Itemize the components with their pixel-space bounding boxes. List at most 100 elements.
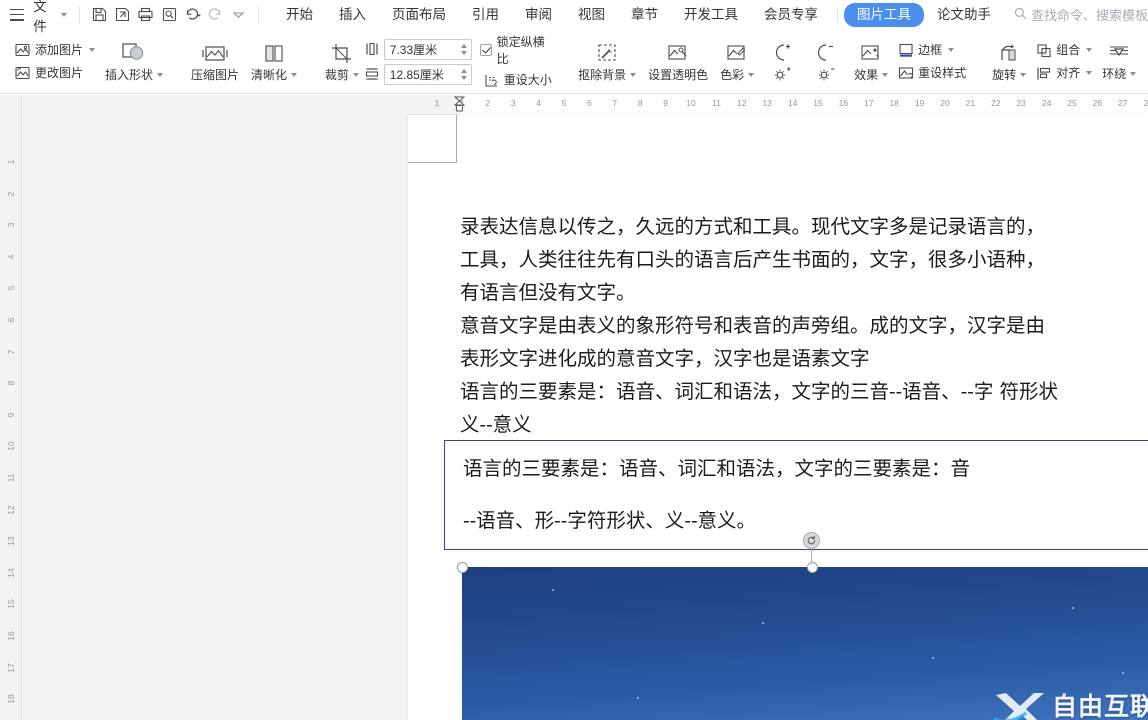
group-button[interactable]: 组合 (1032, 41, 1096, 60)
tab-sections[interactable]: 章节 (618, 3, 671, 27)
tab-view[interactable]: 视图 (565, 3, 618, 27)
crop-button[interactable]: 裁剪 (319, 40, 365, 84)
set-transparent-color-button[interactable]: 设置透明色 (642, 40, 714, 84)
effects-button[interactable]: 效果 (848, 40, 894, 84)
brightness-up-sun-icon (772, 66, 792, 82)
document-page[interactable]: 录表达信息以传之，久远的方式和工具。现代文字多是记录语言的， 工具，人类往往先有… (408, 115, 1148, 720)
document-body-text[interactable]: 录表达信息以传之，久远的方式和工具。现代文字多是记录语言的， 工具，人类往往先有… (460, 210, 1148, 441)
checkbox-icon[interactable] (479, 44, 492, 56)
ruler-tick-label: 15 (6, 599, 16, 610)
chevron-down-icon (882, 72, 889, 77)
align-button[interactable]: 对齐 (1032, 64, 1096, 83)
wrap-text-button[interactable]: 环绕 (1096, 41, 1142, 83)
ruler-tick-label: 12 (6, 504, 16, 515)
ruler-tick-label: 4 (6, 254, 16, 260)
border-label: 边框 (918, 42, 943, 57)
wrap-text-label: 环绕 (1102, 66, 1127, 81)
save-as-icon[interactable] (111, 3, 134, 27)
vertical-ruler[interactable]: 1 2 3 4 5 6 7 8 9 10 11 12 13 14 15 16 17 18 (0, 95, 22, 720)
app-menu-icon[interactable] (10, 8, 25, 21)
reset-style-button[interactable]: 重设样式 (894, 64, 970, 83)
brightness-down-icon (814, 42, 838, 64)
remove-background-button[interactable]: 抠除背景 (572, 40, 642, 84)
spinner-up-icon[interactable] (460, 68, 467, 73)
color-button[interactable]: 色彩 (714, 40, 760, 84)
tab-picture-tools[interactable]: 图片工具 (843, 2, 924, 27)
tab-thesis-assistant[interactable]: 论文助手 (924, 3, 1004, 27)
tab-start[interactable]: 开始 (273, 3, 326, 27)
ruler-tick-label: 6 (6, 317, 16, 323)
ruler-tick-label: 12 (737, 98, 747, 108)
rotation-handle[interactable] (803, 532, 820, 549)
brightness-up-button[interactable] (760, 40, 804, 84)
ruler-tick-label: 27 (1118, 98, 1128, 108)
height-icon (365, 42, 379, 56)
undo-icon[interactable] (181, 3, 204, 27)
reset-size-button[interactable]: 重设大小 (480, 71, 556, 90)
redo-icon[interactable] (204, 3, 227, 27)
chevron-down-icon (1020, 72, 1027, 77)
compress-picture-button[interactable]: 压缩图片 (185, 40, 245, 84)
lock-aspect-ratio-checkbox[interactable]: 锁定纵横比 (479, 33, 556, 67)
rotate-button[interactable]: 旋转 (986, 40, 1032, 84)
brightness-down-button[interactable] (804, 40, 848, 84)
ruler-tick-label: 7 (6, 349, 16, 354)
spinner-down-icon[interactable] (460, 50, 467, 55)
width-spinner-arrows[interactable] (457, 65, 471, 84)
width-stepper[interactable]: 12.85厘米 (383, 63, 472, 85)
chevron-down-icon (1086, 71, 1093, 75)
send-backward-button[interactable]: 下移一 (1142, 64, 1148, 83)
ruler-tick-label: 8 (6, 380, 16, 386)
spinner-up-icon[interactable] (460, 43, 467, 48)
ribbon-tabs: 开始 插入 页面布局 引用 审阅 视图 章节 开发工具 会员专享 图片工具 论文… (273, 2, 1004, 27)
height-value[interactable]: 7.33厘米 (385, 41, 457, 58)
selected-text-box[interactable]: 语言的三要素是：语音、词汇和语法，文字的三要素是：音 --语音、形--字符形状、… (444, 440, 1148, 550)
sharpen-icon (260, 42, 288, 66)
resize-handle-top-left[interactable] (456, 561, 468, 573)
document-paragraph: 工具，人类往往先有口头的语言后产生书面的，文字，很多小语种， (460, 248, 1046, 271)
add-picture-button[interactable]: 添加图片 (11, 41, 99, 60)
save-icon[interactable] (88, 3, 111, 27)
insert-shape-icon (118, 41, 150, 66)
height-stepper[interactable]: 7.33厘米 (383, 38, 472, 60)
change-picture-label: 更改图片 (35, 65, 84, 80)
resize-handle-top-center[interactable] (806, 561, 818, 573)
tab-member-exclusive[interactable]: 会员专享 (751, 3, 831, 27)
tab-developer-tools[interactable]: 开发工具 (671, 3, 751, 27)
ribbon-group-effects: 抠除背景 设置透明色 色彩 效果 边框 重设样式 (567, 30, 975, 93)
spinner-down-icon[interactable] (460, 75, 467, 80)
ruler-tick-label: 8 (637, 98, 643, 108)
sky-photo[interactable]: 自由互联 www.xz7.com (462, 567, 1148, 720)
tab-page-layout[interactable]: 页面布局 (379, 3, 459, 27)
ruler-tick-label: 3 (6, 222, 16, 228)
width-value[interactable]: 12.85厘米 (385, 66, 457, 83)
tab-review[interactable]: 审阅 (512, 3, 565, 27)
file-menu-button[interactable]: 文件 (29, 0, 71, 35)
print-icon[interactable] (134, 3, 157, 27)
text-box-line: 语言的三要素是：语音、词汇和语法，文字的三要素是：音 (463, 457, 971, 480)
ruler-tick-label: 1 (460, 98, 465, 108)
ruler-tick-label: 19 (914, 98, 925, 108)
customize-qat-icon[interactable] (227, 3, 250, 27)
insert-shape-button[interactable]: 插入形状 (99, 39, 169, 84)
align-label: 对齐 (1056, 65, 1081, 80)
change-picture-icon (15, 66, 31, 80)
bring-forward-button[interactable]: 上移一 (1142, 41, 1148, 60)
height-spinner-arrows[interactable] (457, 40, 471, 59)
tab-references[interactable]: 引用 (459, 3, 512, 27)
border-button[interactable]: 边框 (894, 41, 970, 60)
tab-insert[interactable]: 插入 (326, 3, 379, 27)
ruler-tick-label: 18 (6, 694, 16, 704)
ruler-tick-label: 3 (510, 98, 516, 108)
reset-style-icon (898, 66, 914, 81)
search-box[interactable]: 查找命令、搜索模板 (1014, 5, 1148, 24)
ruler-tick-label: 21 (965, 98, 976, 108)
selected-image-object[interactable]: 自由互联 www.xz7.com (456, 561, 1148, 720)
group-align-stack: 组合 对齐 (1032, 30, 1096, 93)
divider (836, 7, 838, 22)
sharpen-button[interactable]: 清晰化 (245, 40, 303, 84)
ruler-tick-label: 10 (6, 441, 16, 452)
change-picture-button[interactable]: 更改图片 (11, 64, 99, 83)
print-preview-icon[interactable] (157, 3, 180, 27)
horizontal-ruler[interactable]: 1 1 2 3 4 5 6 7 8 9 10 11 12 13 14 15 16 17 18 19 20 21 22 23 24… (408, 95, 1148, 115)
